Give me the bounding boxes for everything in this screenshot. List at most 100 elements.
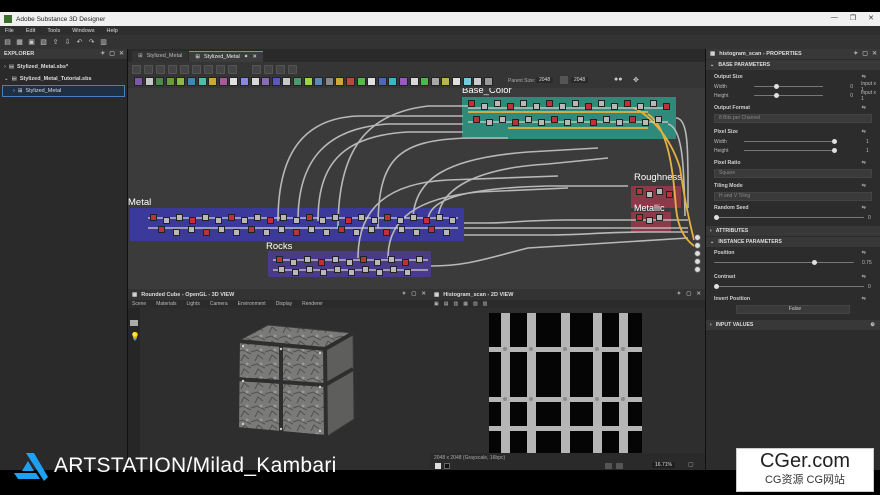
menu-file[interactable]: File [5,28,14,34]
graph-node[interactable] [263,229,270,236]
atomic-node-icon[interactable] [367,77,377,86]
size-dropdown[interactable]: 2048 [571,77,589,83]
graph-node[interactable] [512,119,519,126]
graph-node[interactable] [646,217,653,224]
section-instance-parameters[interactable]: ⌄ INSTANCE PARAMETERS [706,237,880,247]
graph-node[interactable] [233,229,240,236]
graph-node[interactable] [383,229,390,236]
slider-knob[interactable] [812,260,817,265]
pixel-width-value[interactable]: 1 [866,139,869,145]
graph-node[interactable] [176,214,183,221]
graph-node[interactable] [603,116,610,123]
output-node[interactable] [694,242,701,249]
new-file-icon[interactable]: ▤ [3,38,12,47]
view-option-icon[interactable] [616,463,623,469]
graph-node[interactable] [362,266,369,273]
fit-icon[interactable]: ▢ [688,461,694,468]
pixel-ratio-dropdown[interactable]: Square [714,169,872,178]
position-value[interactable]: 0.75 [862,260,872,266]
atomic-node-icon[interactable] [452,77,461,86]
graph-node[interactable] [323,229,330,236]
close-icon[interactable]: ✕ [696,291,701,297]
graph-node[interactable] [481,103,488,110]
graph-node[interactable] [423,217,430,224]
slider-knob[interactable] [832,139,837,144]
graph-node[interactable] [598,100,605,107]
zoom-icon[interactable] [180,65,189,74]
graph-node[interactable] [666,191,673,198]
graph-node[interactable] [368,226,375,233]
graph-node[interactable] [188,226,195,233]
import-icon[interactable]: ⇪ [51,38,60,47]
atomic-node-icon[interactable] [218,77,228,86]
atomic-node-icon[interactable] [155,77,165,86]
minimize-button[interactable]: — [831,14,838,22]
graph-node[interactable] [443,229,450,236]
atomic-node-icon[interactable] [303,77,313,86]
atomic-node-icon[interactable] [250,77,260,86]
graph-node[interactable] [611,103,618,110]
menu-display[interactable]: Display [276,301,292,307]
graph-node[interactable] [655,116,662,123]
redo-icon[interactable]: ↷ [87,38,96,47]
graph-node[interactable] [376,269,383,276]
contrast-value[interactable]: 0 [868,284,871,290]
maximize-icon[interactable]: ▢ [686,291,691,297]
menu-tools[interactable]: Tools [47,28,60,34]
graph-node[interactable] [290,259,297,266]
graph-node[interactable] [267,217,274,224]
pin-icon[interactable]: ✦ [677,291,682,297]
position-slider[interactable] [714,260,854,265]
graph-node[interactable] [338,226,345,233]
graph-node[interactable] [374,259,381,266]
graph-node[interactable] [293,217,300,224]
section-input-values[interactable]: › INPUT VALUES ⚙ [706,320,880,330]
output-node[interactable] [694,250,701,257]
atomic-node-icon[interactable] [314,77,324,86]
graph-node[interactable] [629,116,636,123]
graph-node[interactable] [616,119,623,126]
graph-node[interactable] [318,259,325,266]
graph-node[interactable] [650,100,657,107]
graph-node[interactable] [533,103,540,110]
atomic-node-icon[interactable] [293,77,302,86]
close-icon[interactable]: ✕ [872,50,877,57]
pixel-height-slider[interactable] [744,148,837,153]
graph-node[interactable] [637,103,644,110]
graph-node[interactable] [577,116,584,123]
graph-node[interactable] [332,256,339,263]
graph-node[interactable] [398,226,405,233]
graph-node[interactable] [564,119,571,126]
graph-node[interactable] [320,269,327,276]
output-node[interactable] [694,234,701,241]
graph-node[interactable] [358,214,365,221]
graph-node[interactable] [590,119,597,126]
atomic-node-icon[interactable] [420,77,430,86]
graph-toolbar-icon[interactable] [144,65,153,74]
close-icon[interactable]: ✕ [421,291,426,297]
graph-toolbar-icon[interactable] [132,65,141,74]
view-option-icon[interactable]: ▥ [453,301,458,307]
parent-size-dropdown[interactable]: 2048 [536,77,554,83]
contrast-slider[interactable] [714,284,864,289]
color-swatch[interactable] [435,463,441,469]
graph-node[interactable] [384,214,391,221]
slider-knob[interactable] [832,148,837,153]
invert-position-toggle[interactable]: False [736,305,850,314]
atomic-node-icon[interactable] [134,77,143,86]
menu-materials[interactable]: Materials [156,301,176,307]
output-height-mode[interactable]: Input x 1 [861,90,880,102]
graph-node[interactable] [248,226,255,233]
atomic-node-icon[interactable] [335,77,345,86]
graph-node[interactable] [656,214,663,221]
link-icon[interactable]: ⇆ [862,249,866,258]
graph-node[interactable] [624,100,631,107]
graph-node[interactable] [636,188,643,195]
graph-node[interactable] [332,214,339,221]
atomic-node-icon[interactable] [441,77,451,86]
menu-renderer[interactable]: Renderer [302,301,323,307]
graph-node[interactable] [306,266,313,273]
graph-toolbar-icon[interactable] [264,65,273,74]
graph-node[interactable] [410,214,417,221]
graph-node[interactable] [449,217,456,224]
